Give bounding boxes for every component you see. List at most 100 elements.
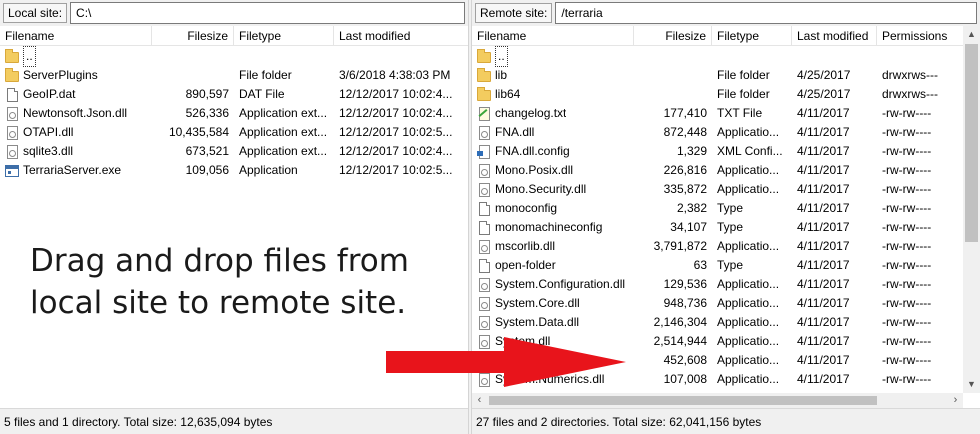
size-cell: 10,435,584 [168, 125, 229, 139]
remote-file-row[interactable]: Mono.Posix.dll 226,816 Applicatio... 4/11/2… [472, 161, 963, 180]
perms-cell: -rw-rw---- [882, 201, 932, 215]
local-file-row[interactable]: .. [0, 46, 468, 67]
perms-cell: drwxrws--- [882, 68, 938, 82]
file-icon [7, 87, 18, 102]
filename-text: GeoIP.dat [23, 87, 76, 101]
size-cell: 948,736 [663, 296, 707, 310]
filename-cell: TerrariaServer.exe [0, 161, 152, 180]
size-cell: 335,872 [663, 182, 707, 196]
filename-cell: FNA.dll.config [472, 142, 634, 161]
remote-col-filetype[interactable]: Filetype [712, 26, 792, 46]
perms-cell: -rw-rw---- [882, 258, 932, 272]
filename-text: .. [495, 46, 508, 67]
filename-text: lib64 [495, 87, 521, 101]
type-cell: File folder [717, 87, 770, 101]
remote-file-row[interactable]: FNA.dll.config 1,329 XML Confi... 4/11/2017… [472, 142, 963, 161]
remote-file-row[interactable]: mscorlib.dll 3,791,872 Applicatio... 4/11/2… [472, 237, 963, 256]
remote-col-lastmodified[interactable]: Last modified [792, 26, 877, 46]
remote-col-permissions[interactable]: Permissions [877, 26, 963, 46]
scroll-up-icon[interactable]: ▲ [963, 26, 980, 43]
remote-vertical-scroll-thumb[interactable] [965, 44, 978, 242]
type-cell: TXT File [717, 106, 763, 120]
folder-icon [5, 49, 19, 63]
remote-file-row[interactable]: monoconfig 2,382 Type 4/11/2017 -rw-rw---- [472, 199, 963, 218]
remote-horizontal-scrollbar[interactable]: ‹ › [472, 393, 963, 408]
perms-cell: -rw-rw---- [882, 239, 932, 253]
local-col-filetype[interactable]: Filetype [234, 26, 334, 46]
modified-cell: 4/25/2017 [797, 68, 851, 82]
scroll-right-icon[interactable]: › [948, 393, 963, 408]
remote-file-row[interactable]: lib64 File folder 4/25/2017 drwxrws--- [472, 85, 963, 104]
scroll-left-icon[interactable]: ‹ [472, 393, 487, 408]
perms-cell: -rw-rw---- [882, 353, 932, 367]
local-col-filename[interactable]: Filename [0, 26, 152, 46]
perms-cell: -rw-rw---- [882, 182, 932, 196]
local-site-label: Local site: [3, 3, 68, 23]
filename-cell: mscorlib.dll [472, 237, 634, 256]
remote-column-header: Filename Filesize Filetype Last modified… [472, 26, 963, 46]
dll-icon [479, 239, 490, 254]
filename-cell: OTAPI.dll [0, 123, 152, 142]
local-col-filesize[interactable]: Filesize [152, 26, 234, 46]
modified-cell: 12/12/2017 10:02:5... [339, 125, 453, 139]
local-file-row[interactable]: GeoIP.dat 890,597 DAT File 12/12/2017 10:02… [0, 85, 468, 104]
remote-col-filename[interactable]: Filename [472, 26, 634, 46]
type-cell: Applicatio... [717, 239, 780, 253]
file-icon [479, 258, 490, 273]
instruction-line-2: local site to remote site. [30, 285, 407, 321]
local-file-row[interactable]: TerrariaServer.exe 109,056 Application 12/1… [0, 161, 468, 180]
dll-icon [7, 144, 18, 159]
type-cell: Application ext... [239, 144, 328, 158]
remote-file-row[interactable]: monomachineconfig 34,107 Type 4/11/2017 -rw-… [472, 218, 963, 237]
size-cell: 109,056 [185, 163, 229, 177]
modified-cell: 4/11/2017 [797, 163, 850, 177]
modified-cell: 12/12/2017 10:02:5... [339, 163, 453, 177]
local-file-row[interactable]: Newtonsoft.Json.dll 526,336 Application ex… [0, 104, 468, 123]
type-cell: XML Confi... [717, 144, 783, 158]
dll-icon [7, 106, 18, 121]
modified-cell: 4/11/2017 [797, 106, 850, 120]
filename-cell: System.Configuration.dll [472, 275, 634, 294]
remote-file-row[interactable]: System.Core.dll 948,736 Applicatio... 4/11/… [472, 294, 963, 313]
filename-cell: .. [0, 46, 152, 67]
filename-cell: .. [472, 46, 634, 67]
remote-file-row[interactable]: .. [472, 46, 963, 67]
remote-vertical-scrollbar[interactable]: ▲ ▼ [963, 26, 980, 393]
remote-file-row[interactable]: System.Configuration.dll 129,536 Applicati… [472, 275, 963, 294]
filename-cell: FNA.dll [472, 123, 634, 142]
remote-file-row[interactable]: System.Data.dll 2,146,304 Applicatio... 4/1… [472, 313, 963, 332]
local-site-bar: Local site: C:\ [0, 0, 468, 26]
modified-cell: 4/11/2017 [797, 182, 850, 196]
remote-file-row[interactable]: open-folder 63 Type 4/11/2017 -rw-rw---- [472, 256, 963, 275]
filename-cell: ServerPlugins [0, 66, 152, 85]
filename-text: monoconfig [495, 201, 558, 215]
remote-file-row[interactable]: lib File folder 4/25/2017 drwxrws--- [472, 66, 963, 85]
filename-text: OTAPI.dll [23, 125, 74, 139]
local-col-lastmodified[interactable]: Last modified [334, 26, 468, 46]
local-file-row[interactable]: sqlite3.dll 673,521 Application ext... 12/1… [0, 142, 468, 161]
dll-icon [479, 163, 490, 178]
remote-file-row[interactable]: changelog.txt 177,410 TXT File 4/11/2017 -rw… [472, 104, 963, 123]
remote-file-row[interactable]: Mono.Security.dll 335,872 Applicatio... 4/1… [472, 180, 963, 199]
filename-cell: changelog.txt [472, 104, 634, 123]
remote-col-filesize[interactable]: Filesize [634, 26, 712, 46]
local-file-row[interactable]: OTAPI.dll 10,435,584 Application ext... 12/… [0, 123, 468, 142]
modified-cell: 4/11/2017 [797, 239, 850, 253]
dll-icon [479, 125, 490, 140]
modified-cell: 4/25/2017 [797, 87, 851, 101]
remote-site-bar: Remote site: /terraria [472, 0, 980, 26]
size-cell: 107,008 [663, 372, 707, 386]
local-path-input[interactable]: C:\ [70, 2, 465, 24]
remote-path-input[interactable]: /terraria [555, 2, 977, 24]
scroll-down-icon[interactable]: ▼ [963, 376, 980, 393]
remote-file-row[interactable]: FNA.dll 872,448 Applicatio... 4/11/2017 -rw-… [472, 123, 963, 142]
size-cell: 452,608 [663, 353, 707, 367]
local-file-row[interactable]: ServerPlugins File folder 3/6/2018 4:38:03… [0, 66, 468, 85]
modified-cell: 4/11/2017 [797, 144, 850, 158]
modified-cell: 12/12/2017 10:02:4... [339, 87, 453, 101]
size-cell: 34,107 [670, 220, 707, 234]
type-cell: Applicatio... [717, 277, 780, 291]
dll-icon [479, 296, 490, 311]
modified-cell: 4/11/2017 [797, 258, 850, 272]
remote-horizontal-scroll-thumb[interactable] [489, 396, 877, 405]
